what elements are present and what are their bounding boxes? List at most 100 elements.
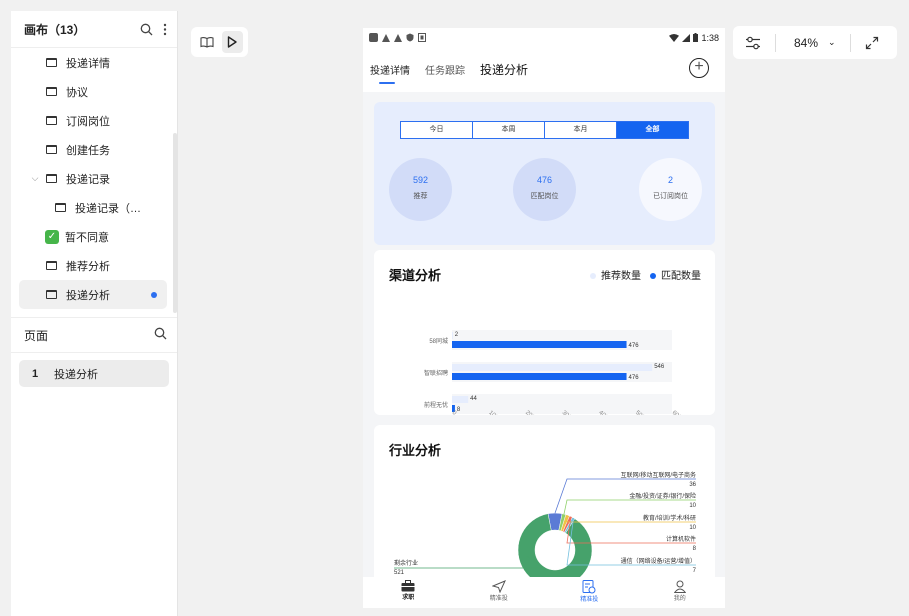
- scrollbar[interactable]: [173, 133, 177, 313]
- layer-item[interactable]: 推荐分析: [11, 251, 177, 280]
- slice-label: 剩余行业: [394, 559, 418, 567]
- chevron-down-icon[interactable]: ⌄: [828, 37, 836, 48]
- data-label: 476: [629, 343, 640, 349]
- report-icon: [582, 580, 596, 594]
- bar-matched: [452, 373, 627, 380]
- divider: [775, 33, 776, 52]
- page-number: 1: [32, 367, 39, 380]
- slice-value: 36: [689, 482, 696, 488]
- layer-item[interactable]: 投递详情: [11, 48, 177, 77]
- layer-label: 协议: [66, 86, 88, 99]
- nav-item-job[interactable]: 求职: [363, 577, 454, 608]
- shield-icon: [406, 33, 414, 42]
- page-item[interactable]: 1 投递分析: [19, 360, 169, 387]
- more-vertical-icon[interactable]: [163, 23, 167, 36]
- slice-label: 互联网/移动互联网/电子商务: [621, 471, 696, 479]
- data-label: 476: [629, 375, 640, 381]
- frame-icon: [46, 261, 57, 270]
- layer-item[interactable]: 订阅岗位: [11, 106, 177, 135]
- zoom-level[interactable]: 84%: [794, 36, 818, 50]
- data-label: 44: [470, 396, 477, 402]
- layer-item[interactable]: 协议: [11, 77, 177, 106]
- add-icon[interactable]: +: [689, 58, 709, 78]
- layer-label: 推荐分析: [66, 260, 110, 273]
- stat-value: 476: [536, 175, 553, 185]
- channel-bar-chart: 58同城2476智联招聘546476前程无忧448010020030040050…: [424, 330, 683, 415]
- layer-item-selected[interactable]: 投递分析: [19, 280, 167, 309]
- frame-icon: [46, 58, 57, 67]
- page-label: 投递分析: [54, 368, 98, 381]
- search-icon[interactable]: [154, 327, 167, 343]
- layer-item[interactable]: ⌵ 投递记录: [11, 164, 177, 193]
- tab-delivery-analysis[interactable]: 投递分析: [480, 61, 528, 78]
- sliders-icon[interactable]: [745, 36, 761, 50]
- status-bar: 1:38: [363, 28, 725, 47]
- layer-label: 创建任务: [66, 144, 110, 157]
- warning-icon: [382, 33, 390, 42]
- layer-item[interactable]: 创建任务: [11, 135, 177, 164]
- bar-matched: [452, 341, 627, 348]
- canvas-title: 画布（13）: [24, 22, 86, 37]
- status-time: 1:38: [701, 32, 719, 43]
- layer-label: 订阅岗位: [66, 115, 110, 128]
- tick-label: 600: [671, 410, 683, 415]
- expand-icon[interactable]: [865, 36, 879, 50]
- category-label: 智联招聘: [424, 369, 448, 377]
- frame-icon: [46, 87, 57, 96]
- stat-label: 推荐: [413, 193, 428, 200]
- nav-item-send[interactable]: 精准投: [454, 577, 545, 608]
- nav-label: 求职: [402, 595, 415, 601]
- segment-all[interactable]: 全部: [617, 122, 688, 138]
- layer-label: 投递详情: [66, 57, 110, 70]
- battery-icon: [693, 33, 699, 42]
- segment-month[interactable]: 本月: [545, 122, 617, 138]
- layer-list: 投递详情 协议 订阅岗位 创建任务 ⌵ 投递记录 投递记录（… ✓ 暂不同意 推荐分…: [11, 48, 177, 314]
- slice-label: 计算机软件: [666, 535, 696, 543]
- bar-recommend: [452, 364, 653, 371]
- book-icon[interactable]: [196, 31, 218, 53]
- slice-value: 10: [689, 503, 696, 509]
- category-label: 58同城: [429, 338, 448, 345]
- checkmark-icon: ✓: [45, 229, 59, 244]
- layer-label: 投递分析: [66, 289, 110, 302]
- segment-week[interactable]: 本周: [473, 122, 545, 138]
- nav-item-profile[interactable]: 我的: [635, 577, 726, 608]
- warning-icon: [394, 33, 402, 42]
- data-label: 546: [654, 364, 665, 370]
- frame-icon: [55, 203, 66, 212]
- stat-matched: 476 匹配岗位: [513, 158, 576, 221]
- layer-label: 投递记录: [66, 173, 110, 186]
- slice-value: 10: [689, 525, 696, 531]
- layer-item[interactable]: ✓ 暂不同意: [11, 222, 177, 251]
- stat-label: 已订阅岗位: [653, 193, 688, 200]
- tick-label: 0: [451, 410, 458, 415]
- stat-recommend: 592 推荐: [389, 158, 452, 221]
- bar-recommend: [452, 396, 469, 403]
- summary-card: 今日 本周 本月 全部 592 推荐 476 匹配岗位 2 已订阅岗位: [374, 102, 715, 245]
- top-tabs: 投递详情 任务跟踪 投递分析 +: [363, 47, 725, 92]
- chevron-down-icon[interactable]: ⌵: [30, 173, 40, 184]
- slice-label: 金融/投资/证券/银行/保险: [629, 492, 696, 500]
- layer-item[interactable]: 投递记录（…: [11, 193, 177, 222]
- frame-icon: [46, 145, 57, 154]
- nav-item-analysis[interactable]: 精准投: [544, 577, 635, 608]
- card-icon: [418, 33, 426, 42]
- segment-today[interactable]: 今日: [401, 122, 473, 138]
- stat-value: 2: [667, 175, 673, 185]
- pages-title: 页面: [24, 328, 49, 343]
- frame-icon: [46, 116, 57, 125]
- frame-icon: [46, 174, 57, 183]
- phone-frame: 1:38 投递详情 任务跟踪 投递分析 + 今日 本周 本月 全部 592 推荐…: [363, 28, 725, 608]
- slice-value: 7: [693, 568, 697, 574]
- divider: [849, 33, 851, 52]
- search-icon[interactable]: [140, 23, 153, 36]
- tab-delivery-details[interactable]: 投递详情: [370, 62, 410, 84]
- app-icon: [369, 33, 378, 42]
- layer-label: 暂不同意: [65, 231, 109, 244]
- signal-icon: [682, 33, 691, 42]
- selection-dot: [151, 291, 157, 298]
- canvas-header: 画布（13）: [11, 11, 177, 48]
- play-button[interactable]: [221, 31, 243, 53]
- stat-value: 592: [412, 175, 429, 185]
- tab-task-tracking[interactable]: 任务跟踪: [425, 62, 465, 77]
